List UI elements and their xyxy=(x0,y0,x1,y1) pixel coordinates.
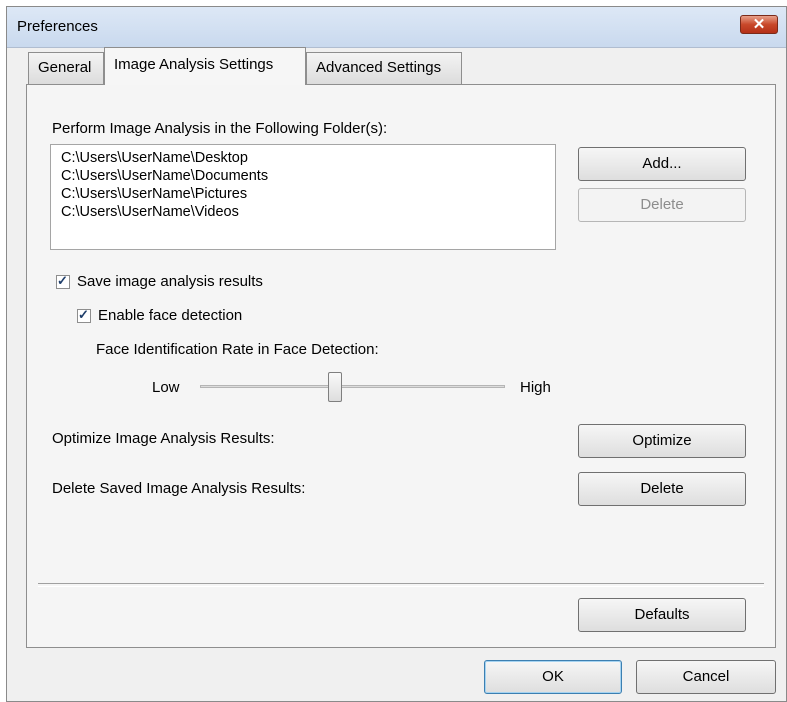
delete-folder-button[interactable]: Delete xyxy=(578,188,746,222)
add-folder-button[interactable]: Add... xyxy=(578,147,746,181)
cancel-button[interactable]: Cancel xyxy=(636,660,776,694)
list-item[interactable]: C:\Users\UserName\Desktop xyxy=(61,149,248,167)
close-button[interactable]: ✕ xyxy=(740,15,778,34)
list-item[interactable]: C:\Users\UserName\Documents xyxy=(61,167,268,185)
folders-label: Perform Image Analysis in the Following … xyxy=(52,120,388,137)
slider-low-label: Low xyxy=(152,379,180,396)
slider-track[interactable] xyxy=(200,385,505,388)
title-bar: Preferences ✕ xyxy=(7,7,786,48)
tab-image-analysis-settings[interactable]: Image Analysis Settings xyxy=(104,47,306,85)
save-results-checkbox[interactable]: ✓ xyxy=(56,273,70,289)
tab-label: General xyxy=(38,59,92,76)
face-rate-label: Face Identification Rate in Face Detecti… xyxy=(96,341,379,358)
optimize-label: Optimize Image Analysis Results: xyxy=(52,430,275,447)
checkmark-icon: ✓ xyxy=(78,307,89,322)
slider-high-label: High xyxy=(520,379,551,396)
list-item[interactable]: C:\Users\UserName\Videos xyxy=(61,203,239,221)
save-results-label: Save image analysis results xyxy=(77,273,263,290)
face-detection-checkbox[interactable]: ✓ xyxy=(77,307,91,323)
close-icon: ✕ xyxy=(752,16,766,33)
optimize-button[interactable]: Optimize xyxy=(578,424,746,458)
slider-thumb[interactable] xyxy=(328,372,342,402)
list-item[interactable]: C:\Users\UserName\Pictures xyxy=(61,185,247,203)
delete-saved-label: Delete Saved Image Analysis Results: xyxy=(52,480,306,497)
folder-list[interactable]: C:\Users\UserName\Desktop C:\Users\UserN… xyxy=(50,144,556,250)
ok-button[interactable]: OK xyxy=(484,660,622,694)
separator xyxy=(38,583,764,587)
tab-label: Advanced Settings xyxy=(316,59,442,76)
tab-general[interactable]: General xyxy=(28,52,104,84)
defaults-button[interactable]: Defaults xyxy=(578,598,746,632)
tab-label: Image Analysis Settings xyxy=(114,56,274,73)
window-title: Preferences xyxy=(17,18,98,35)
checkmark-icon: ✓ xyxy=(57,273,68,288)
face-detection-label: Enable face detection xyxy=(98,307,243,324)
delete-saved-results-button[interactable]: Delete xyxy=(578,472,746,506)
tab-advanced-settings[interactable]: Advanced Settings xyxy=(306,52,462,84)
